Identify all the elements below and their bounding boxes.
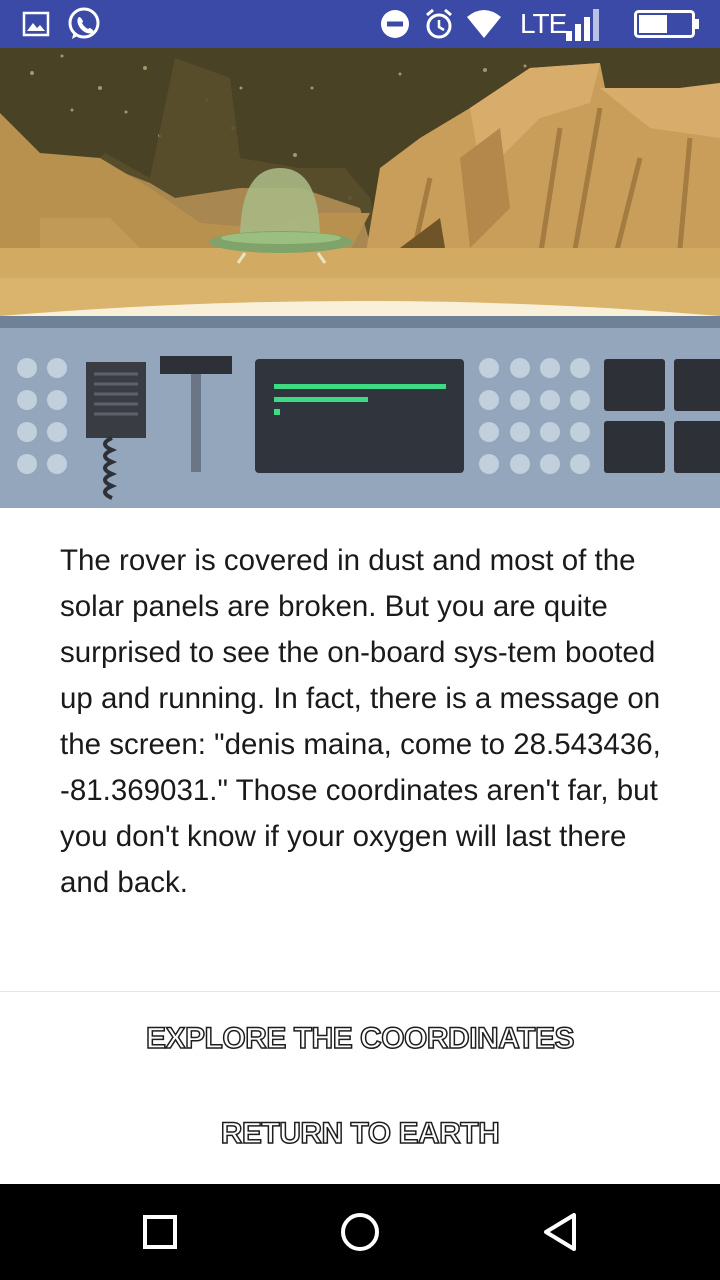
control-panel-screen [255, 359, 464, 473]
signal-icon [566, 0, 602, 48]
battery-icon [634, 0, 700, 48]
home-icon[interactable] [300, 1184, 420, 1280]
recents-icon[interactable] [100, 1184, 220, 1280]
return-to-earth-button[interactable]: RETURN TO EARTH [0, 1116, 720, 1151]
wifi-icon [466, 0, 502, 48]
gallery-icon [22, 0, 50, 48]
status-bar: LTE [0, 0, 720, 48]
navigation-bar [0, 1184, 720, 1280]
alarm-icon [424, 0, 454, 48]
choices-divider [0, 991, 720, 992]
network-type-label: LTE [520, 8, 567, 39]
do-not-disturb-icon [380, 0, 410, 48]
back-icon[interactable] [500, 1184, 620, 1280]
explore-coordinates-button[interactable]: EXPLORE THE COORDINATES [0, 1021, 720, 1056]
rover-scene-illustration [0, 48, 720, 508]
whatsapp-icon [66, 0, 102, 48]
story-text: The rover is covered in dust and most of… [60, 544, 661, 899]
